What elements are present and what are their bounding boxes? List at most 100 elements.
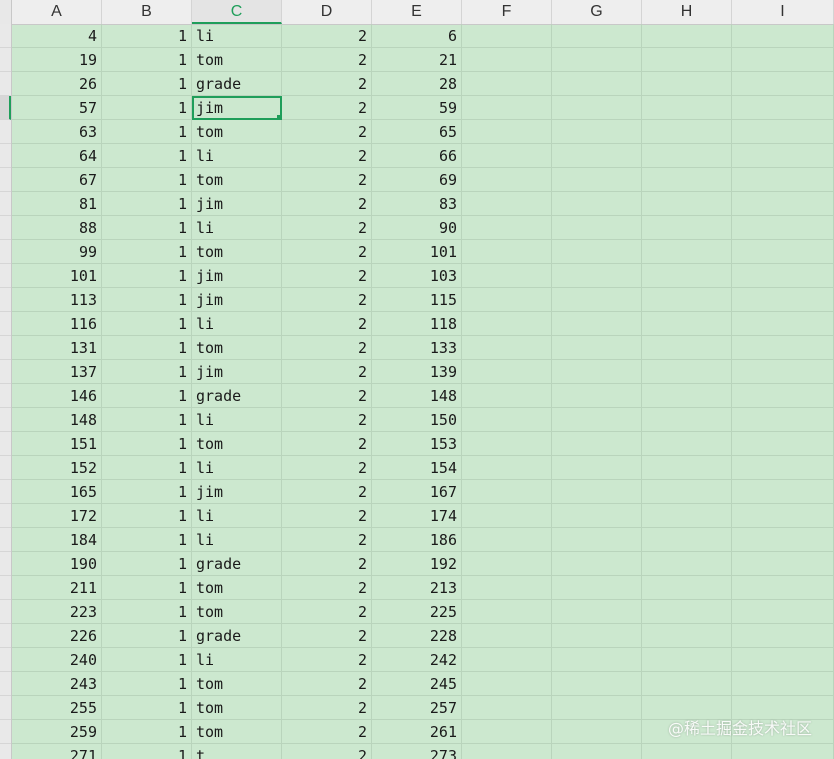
cell-d[interactable]: 2 <box>282 48 372 72</box>
cell-f[interactable] <box>462 24 552 48</box>
cell-g[interactable] <box>552 336 642 360</box>
row-header[interactable] <box>0 384 11 408</box>
row-header[interactable] <box>0 360 11 384</box>
cell-f[interactable] <box>462 336 552 360</box>
cell-i[interactable] <box>732 72 834 96</box>
cell-d[interactable]: 2 <box>282 744 372 759</box>
cell-f[interactable] <box>462 48 552 72</box>
cell-d[interactable]: 2 <box>282 384 372 408</box>
cell-i[interactable] <box>732 480 834 504</box>
row-header[interactable] <box>0 264 11 288</box>
row-header[interactable] <box>0 216 11 240</box>
cell-c[interactable]: jim <box>192 264 282 288</box>
row-header[interactable] <box>0 120 11 144</box>
cell-h[interactable] <box>642 480 732 504</box>
cell-e[interactable]: 115 <box>372 288 462 312</box>
cell-e[interactable]: 65 <box>372 120 462 144</box>
cell-d[interactable]: 2 <box>282 312 372 336</box>
cell-a[interactable]: 99 <box>12 240 102 264</box>
cell-a[interactable]: 243 <box>12 672 102 696</box>
cell-g[interactable] <box>552 360 642 384</box>
cell-b[interactable]: 1 <box>102 264 192 288</box>
cell-f[interactable] <box>462 408 552 432</box>
cell-b[interactable]: 1 <box>102 144 192 168</box>
cell-g[interactable] <box>552 744 642 759</box>
row-header[interactable] <box>0 96 11 120</box>
cell-h[interactable] <box>642 360 732 384</box>
cell-e[interactable]: 257 <box>372 696 462 720</box>
cell-c[interactable]: grade <box>192 384 282 408</box>
cell-b[interactable]: 1 <box>102 504 192 528</box>
cell-i[interactable] <box>732 552 834 576</box>
cell-a[interactable]: 151 <box>12 432 102 456</box>
cell-f[interactable] <box>462 240 552 264</box>
cell-h[interactable] <box>642 264 732 288</box>
cell-g[interactable] <box>552 168 642 192</box>
cell-e[interactable]: 245 <box>372 672 462 696</box>
cell-e[interactable]: 6 <box>372 24 462 48</box>
cell-a[interactable]: 255 <box>12 696 102 720</box>
cell-i[interactable] <box>732 216 834 240</box>
cell-a[interactable]: 26 <box>12 72 102 96</box>
cell-b[interactable]: 1 <box>102 552 192 576</box>
cell-h[interactable] <box>642 120 732 144</box>
cell-d[interactable]: 2 <box>282 216 372 240</box>
cell-g[interactable] <box>552 24 642 48</box>
column-header-i[interactable]: I <box>732 0 834 24</box>
cell-a[interactable]: 271 <box>12 744 102 759</box>
cell-g[interactable] <box>552 144 642 168</box>
cell-e[interactable]: 148 <box>372 384 462 408</box>
cell-h[interactable] <box>642 744 732 759</box>
cell-i[interactable] <box>732 288 834 312</box>
cell-c[interactable]: tom <box>192 240 282 264</box>
cell-e[interactable]: 118 <box>372 312 462 336</box>
cell-c[interactable]: tom <box>192 672 282 696</box>
cell-f[interactable] <box>462 696 552 720</box>
column-header-d[interactable]: D <box>282 0 372 24</box>
cell-d[interactable]: 2 <box>282 408 372 432</box>
cell-i[interactable] <box>732 48 834 72</box>
cell-d[interactable]: 2 <box>282 168 372 192</box>
row-header[interactable] <box>0 240 11 264</box>
cell-h[interactable] <box>642 528 732 552</box>
row-header[interactable] <box>0 168 11 192</box>
cell-c[interactable]: jim <box>192 288 282 312</box>
row-header[interactable] <box>0 504 11 528</box>
row-header[interactable] <box>0 528 11 552</box>
row-header[interactable] <box>0 408 11 432</box>
column-header-g[interactable]: G <box>552 0 642 24</box>
cell-f[interactable] <box>462 480 552 504</box>
cell-g[interactable] <box>552 312 642 336</box>
cell-c[interactable]: li <box>192 648 282 672</box>
cell-h[interactable] <box>642 384 732 408</box>
cell-b[interactable]: 1 <box>102 120 192 144</box>
column-header-b[interactable]: B <box>102 0 192 24</box>
cell-g[interactable] <box>552 96 642 120</box>
cell-e[interactable]: 69 <box>372 168 462 192</box>
cell-c[interactable]: li <box>192 24 282 48</box>
cell-f[interactable] <box>462 168 552 192</box>
cell-a[interactable]: 67 <box>12 168 102 192</box>
cell-b[interactable]: 1 <box>102 192 192 216</box>
cell-b[interactable]: 1 <box>102 168 192 192</box>
cell-f[interactable] <box>462 312 552 336</box>
cell-i[interactable] <box>732 192 834 216</box>
row-header[interactable] <box>0 600 11 624</box>
cell-c[interactable]: tom <box>192 576 282 600</box>
cell-e[interactable]: 21 <box>372 48 462 72</box>
row-header[interactable] <box>0 192 11 216</box>
cell-d[interactable]: 2 <box>282 264 372 288</box>
cell-g[interactable] <box>552 456 642 480</box>
cell-f[interactable] <box>462 120 552 144</box>
cell-h[interactable] <box>642 504 732 528</box>
cell-d[interactable]: 2 <box>282 720 372 744</box>
cell-h[interactable] <box>642 48 732 72</box>
cell-f[interactable] <box>462 552 552 576</box>
cell-d[interactable]: 2 <box>282 288 372 312</box>
cell-f[interactable] <box>462 528 552 552</box>
cell-h[interactable] <box>642 600 732 624</box>
cell-d[interactable]: 2 <box>282 360 372 384</box>
cell-i[interactable] <box>732 624 834 648</box>
cell-i[interactable] <box>732 96 834 120</box>
cell-e[interactable]: 167 <box>372 480 462 504</box>
